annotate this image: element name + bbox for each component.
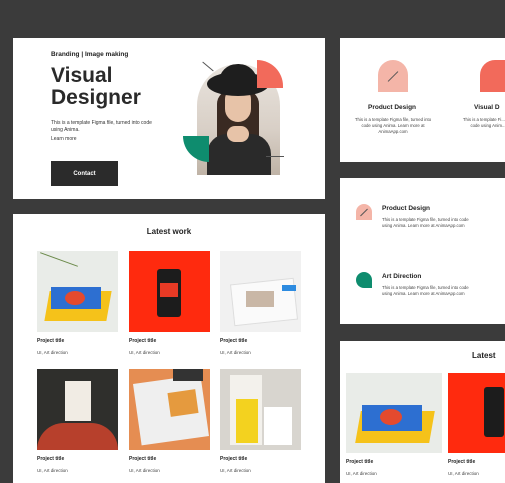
- project-card[interactable]: Project title UI, Art direction: [220, 369, 301, 473]
- latest-work-partial-card: Latest Project title UI, Art direction P…: [340, 341, 505, 483]
- service-title: Art Direction: [382, 273, 422, 280]
- green-quarter-shape: [183, 136, 209, 162]
- visual-design-icon: [480, 60, 505, 92]
- project-title: Project title: [346, 459, 374, 465]
- hero-title-line2: Designer: [51, 86, 141, 109]
- portrait-hand: [227, 126, 249, 142]
- project-subtitle: UI, Art direction: [448, 471, 479, 476]
- project-subtitle: UI, Art direction: [37, 468, 68, 473]
- contact-button[interactable]: Contact: [51, 161, 118, 186]
- project-title: Project title: [37, 338, 65, 344]
- project-subtitle: UI, Art direction: [129, 350, 160, 355]
- project-title: Project title: [220, 456, 248, 462]
- service-description: This is a template Figma file, turned in…: [382, 217, 469, 228]
- art-direction-icon: [356, 272, 372, 288]
- project-title: Project title: [129, 456, 157, 462]
- product-design-icon: [356, 204, 372, 220]
- services-grid-card: Product Design This is a template Figma …: [340, 38, 505, 162]
- project-title: Project title: [37, 456, 65, 462]
- project-thumbnail-orange-book: [346, 373, 442, 453]
- project-card[interactable]: Project title UI, Art direction: [448, 373, 505, 476]
- project-thumbnail-open-book: [129, 369, 210, 450]
- hero-eyebrow: Branding | Image making: [51, 51, 129, 58]
- latest-work-title: Latest: [472, 351, 496, 360]
- service-description: This is a template Figma file, turned in…: [354, 117, 432, 134]
- project-thumbnail-red-pouch: [129, 251, 210, 332]
- project-card[interactable]: Project title UI, Art direction: [220, 251, 301, 355]
- line-decoration-icon: [266, 156, 284, 157]
- project-subtitle: UI, Art direction: [220, 468, 251, 473]
- services-list-card: Product Design This is a template Figma …: [340, 178, 505, 324]
- service-title: Product Design: [368, 104, 417, 111]
- project-subtitle: UI, Art direction: [220, 350, 251, 355]
- coral-quarter-shape: [257, 60, 283, 88]
- latest-work-title: Latest work: [146, 227, 192, 236]
- hero-title-line1: Visual: [51, 64, 113, 87]
- project-card[interactable]: Project title UI, Art direction: [346, 373, 442, 476]
- project-thumbnail-magazine: [220, 251, 301, 332]
- project-card[interactable]: Project title UI, Art direction: [129, 369, 210, 473]
- learn-more-link[interactable]: Learn more: [51, 136, 77, 142]
- project-title: Project title: [220, 338, 248, 344]
- project-thumbnail-red-pouch: [448, 373, 505, 453]
- arrow-decoration-icon: [202, 61, 214, 72]
- project-thumbnail-orange-book: [37, 251, 118, 332]
- service-title: Product Design: [382, 205, 431, 212]
- portrait-hat-crown: [219, 64, 257, 88]
- product-design-icon: [378, 60, 408, 92]
- project-thumbnail-books: [220, 369, 301, 450]
- hero-description: This is a template Figma file, turned in…: [51, 120, 152, 133]
- service-title: Visual D: [474, 104, 500, 111]
- project-card[interactable]: Project title UI, Art direction: [37, 251, 118, 355]
- hero-title: Visual Designer: [51, 65, 171, 109]
- hero-card: Branding | Image making Visual Designer …: [13, 38, 325, 199]
- project-subtitle: UI, Art direction: [37, 350, 68, 355]
- project-subtitle: UI, Art direction: [346, 471, 377, 476]
- project-card[interactable]: Project title UI, Art direction: [129, 251, 210, 355]
- project-thumbnail-box: [37, 369, 118, 450]
- project-title: Project title: [129, 338, 157, 344]
- project-card[interactable]: Project title UI, Art direction: [37, 369, 118, 473]
- service-description: This is a template Fi... into code using…: [462, 117, 505, 128]
- latest-work-card: Latest work Project title UI, Art direct…: [13, 214, 325, 483]
- project-title: Project title: [448, 459, 476, 465]
- service-description: This is a template Figma file, turned in…: [382, 285, 469, 296]
- project-subtitle: UI, Art direction: [129, 468, 160, 473]
